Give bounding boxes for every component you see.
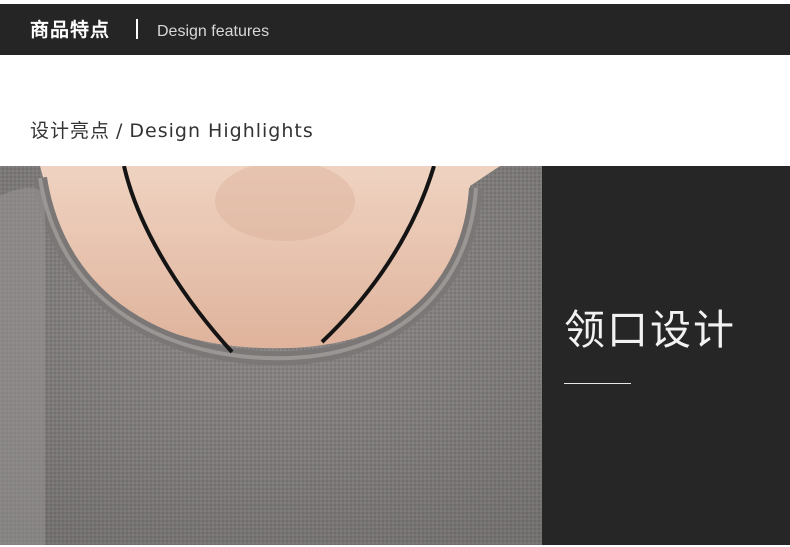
header-title-en: Design features	[157, 23, 270, 40]
section-heading: 设计亮点 / Design Highlights	[30, 119, 314, 143]
header-bar: 商品特点 Design features	[0, 4, 790, 55]
section-title-cn: 设计亮点	[30, 120, 111, 142]
feature-title: 领口设计	[564, 306, 736, 354]
header-separator	[136, 19, 138, 39]
feature-divider	[564, 383, 631, 384]
feature-panel: 领口设计	[542, 166, 790, 545]
product-photo-neckline	[0, 166, 542, 545]
section-separator: /	[116, 120, 124, 142]
section-title-en: Design Highlights	[129, 120, 314, 142]
header-title-cn: 商品特点	[30, 19, 111, 41]
